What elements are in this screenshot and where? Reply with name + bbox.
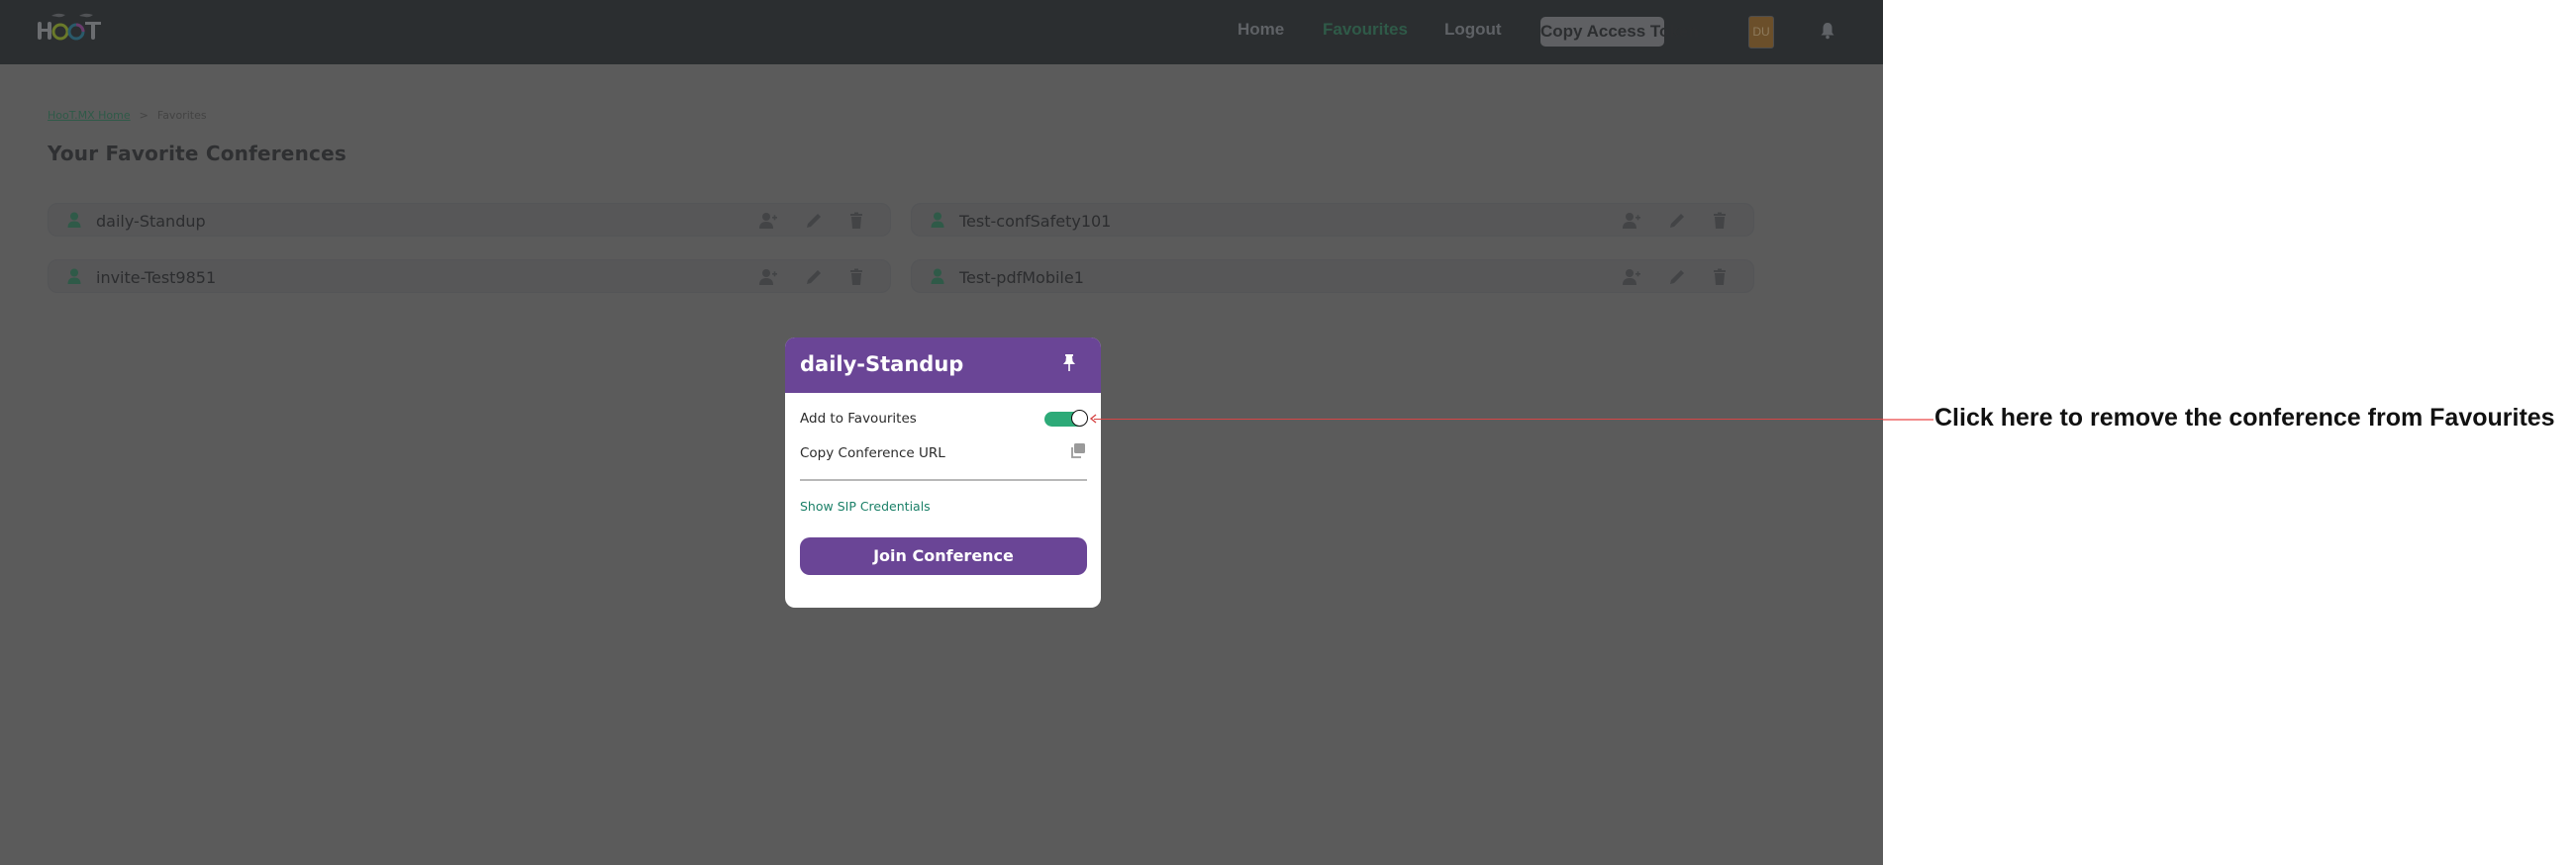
user-icon [931, 212, 944, 228]
hoot-logo[interactable] [36, 12, 107, 46]
breadcrumb-home-link[interactable]: HooT.MX Home [48, 109, 131, 122]
conference-card[interactable]: Test-pdfMobile1 [911, 259, 1754, 293]
user-icon [67, 212, 81, 228]
breadcrumb-separator: > [139, 109, 149, 122]
edit-icon[interactable] [1668, 268, 1686, 286]
annotation-text: Click here to remove the conference from… [1934, 404, 2555, 432]
invite-user-icon[interactable] [759, 212, 777, 230]
conference-modal: daily-Standup Add to Favourites Copy Con… [785, 337, 1101, 608]
conference-name: daily-Standup [96, 212, 206, 231]
conference-card[interactable]: daily-Standup [48, 203, 891, 237]
annotation-arrow-tail [1883, 419, 1933, 421]
annotation-arrow-line [1094, 419, 1883, 420]
conference-name: Test-confSafety101 [959, 212, 1112, 231]
modal-divider [800, 479, 1087, 481]
edit-icon[interactable] [805, 212, 823, 230]
breadcrumb: HooT.MX Home > Favorites [48, 109, 207, 122]
delete-icon[interactable] [847, 268, 865, 286]
add-to-favourites-label: Add to Favourites [800, 411, 917, 427]
copy-conference-url-label: Copy Conference URL [800, 445, 945, 461]
copy-icon[interactable] [1069, 442, 1086, 459]
bell-icon[interactable] [1820, 22, 1835, 40]
arrow-left-icon [1089, 414, 1097, 424]
toggle-knob [1071, 410, 1088, 427]
app-screenshot: Home Favourites Logout Copy Access Token… [0, 0, 1883, 865]
user-icon [931, 268, 944, 284]
invite-user-icon[interactable] [759, 268, 777, 286]
join-conference-button[interactable]: Join Conference [800, 537, 1087, 575]
user-avatar[interactable]: DU [1748, 16, 1774, 48]
modal-title: daily-Standup [800, 352, 964, 376]
nav-home[interactable]: Home [1238, 20, 1284, 40]
nav-logout[interactable]: Logout [1444, 20, 1502, 40]
delete-icon[interactable] [1711, 268, 1729, 286]
nav-favourites[interactable]: Favourites [1323, 20, 1408, 40]
stage: Home Favourites Logout Copy Access Token… [0, 0, 2576, 865]
copy-access-token-button[interactable]: Copy Access Token [1540, 17, 1699, 47]
favourites-toggle[interactable] [1044, 410, 1088, 427]
delete-icon[interactable] [1711, 212, 1729, 230]
pin-icon[interactable] [1062, 353, 1076, 373]
invite-user-icon[interactable] [1623, 212, 1640, 230]
conference-name: invite-Test9851 [96, 268, 217, 287]
delete-icon[interactable] [847, 212, 865, 230]
modal-header: daily-Standup [785, 337, 1101, 393]
top-navbar: Home Favourites Logout Copy Access Token… [0, 0, 1883, 64]
conference-name: Test-pdfMobile1 [959, 268, 1084, 287]
breadcrumb-current: Favorites [156, 109, 207, 122]
invite-user-icon[interactable] [1623, 268, 1640, 286]
conference-card[interactable]: Test-confSafety101 [911, 203, 1754, 237]
edit-icon[interactable] [805, 268, 823, 286]
conference-card[interactable]: invite-Test9851 [48, 259, 891, 293]
edit-icon[interactable] [1668, 212, 1686, 230]
user-icon [67, 268, 81, 284]
page-title: Your Favorite Conferences [48, 142, 347, 165]
show-sip-credentials-link[interactable]: Show SIP Credentials [800, 499, 931, 514]
